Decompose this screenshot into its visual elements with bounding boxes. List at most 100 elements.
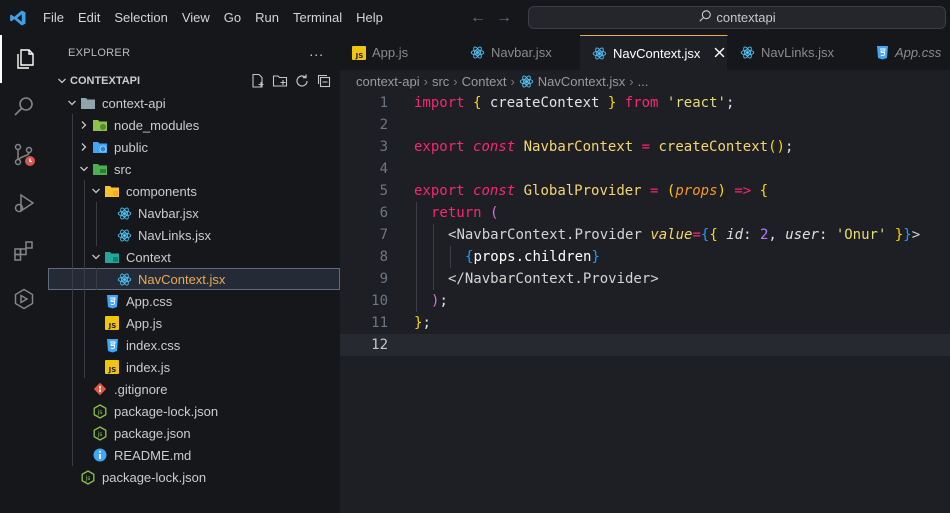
remote-explorer-icon[interactable] bbox=[0, 275, 48, 323]
editor-area: JS App.js Navbar.jsx NavContext.jsx NavLinks… bbox=[340, 35, 950, 513]
tree-item-label: index.js bbox=[126, 359, 171, 375]
run-debug-icon[interactable] bbox=[0, 179, 48, 227]
extensions-icon[interactable] bbox=[0, 227, 48, 275]
source-control-icon[interactable] bbox=[0, 131, 48, 179]
line-number: 3 bbox=[379, 139, 388, 155]
tree-file[interactable]: Navbar.jsx bbox=[48, 202, 340, 224]
breadcrumb-item[interactable]: Context bbox=[462, 74, 507, 89]
tree-file[interactable]: JS App.js bbox=[48, 312, 340, 334]
explorer-icon[interactable] bbox=[0, 35, 48, 83]
tab-navcontext-jsx[interactable]: NavContext.jsx bbox=[580, 35, 728, 70]
line-number: 8 bbox=[379, 249, 388, 265]
tab-navbar-jsx[interactable]: Navbar.jsx bbox=[458, 35, 580, 70]
breadcrumb-item[interactable]: context-api bbox=[356, 74, 420, 89]
more-actions-icon[interactable]: ... bbox=[309, 43, 324, 59]
menu-go[interactable]: Go bbox=[217, 0, 248, 35]
indent-guide bbox=[96, 224, 97, 246]
line-number: 5 bbox=[379, 183, 388, 199]
menu-selection[interactable]: Selection bbox=[107, 0, 174, 35]
css-file-icon bbox=[876, 45, 889, 60]
tree-item-label: package-lock.json bbox=[102, 469, 207, 485]
section-actions bbox=[250, 73, 332, 89]
breadcrumb-item[interactable]: ... bbox=[638, 74, 649, 89]
info-icon bbox=[92, 447, 108, 463]
indent-guide bbox=[72, 224, 73, 246]
tree-folder[interactable]: node_modules bbox=[48, 114, 340, 136]
breadcrumb-item[interactable]: NavContext.jsx bbox=[538, 74, 625, 89]
tab-navlinks-jsx[interactable]: NavLinks.jsx bbox=[728, 35, 864, 70]
tree-folder[interactable]: Context bbox=[48, 246, 340, 268]
menu-edit[interactable]: Edit bbox=[71, 0, 107, 35]
tree-folder[interactable]: public bbox=[48, 136, 340, 158]
refresh-icon[interactable] bbox=[294, 73, 310, 89]
collapse-all-icon[interactable] bbox=[316, 73, 332, 89]
menu-terminal[interactable]: Terminal bbox=[286, 0, 349, 35]
chevron-down-icon[interactable] bbox=[76, 161, 92, 177]
nodejs-icon: js bbox=[80, 469, 96, 485]
tree-file[interactable]: App.css bbox=[48, 290, 340, 312]
menu-view[interactable]: View bbox=[175, 0, 217, 35]
tree-folder[interactable]: context-api bbox=[48, 92, 340, 114]
new-file-icon[interactable] bbox=[250, 73, 266, 89]
tree-folder[interactable]: components bbox=[48, 180, 340, 202]
code-editor[interactable]: 1 import { createContext } from 'react';… bbox=[340, 92, 950, 356]
new-folder-icon[interactable] bbox=[272, 73, 288, 89]
tab-label: App.css bbox=[895, 45, 942, 60]
menu-run[interactable]: Run bbox=[248, 0, 286, 35]
chevron-down-icon[interactable] bbox=[64, 95, 80, 111]
tree-item-label: src bbox=[114, 161, 132, 177]
tab-app-css[interactable]: App.css bbox=[864, 35, 950, 70]
tree-file[interactable]: js package-lock.json bbox=[48, 400, 340, 422]
tree-file[interactable]: NavContext.jsx bbox=[48, 268, 340, 290]
tree-file[interactable]: NavLinks.jsx bbox=[48, 224, 340, 246]
tree-file[interactable]: js package-lock.json bbox=[48, 466, 340, 488]
indent-guide bbox=[72, 180, 73, 202]
activity-bar bbox=[0, 35, 48, 513]
code-text: {props.children} bbox=[465, 249, 600, 265]
tree-item-label: NavContext.jsx bbox=[138, 271, 226, 287]
react-icon bbox=[116, 227, 132, 243]
folder-open-icon bbox=[80, 95, 96, 111]
menu-file[interactable]: File bbox=[36, 0, 71, 35]
breadcrumb-separator-icon: › bbox=[423, 73, 428, 89]
chevron-right-icon[interactable] bbox=[76, 117, 92, 133]
tab-app-js[interactable]: JS App.js bbox=[340, 35, 458, 70]
indent-guide bbox=[84, 312, 85, 334]
menu-help[interactable]: Help bbox=[349, 0, 390, 35]
close-icon[interactable] bbox=[714, 45, 725, 61]
indent-guide bbox=[84, 356, 85, 378]
code-text: return ( bbox=[431, 205, 499, 221]
title-bar: File Edit Selection View Go Run Terminal… bbox=[0, 0, 950, 35]
svg-text:JS: JS bbox=[108, 366, 117, 374]
tree-item-label: NavLinks.jsx bbox=[138, 227, 211, 243]
tree-folder[interactable]: src bbox=[48, 158, 340, 180]
tab-label: NavContext.jsx bbox=[613, 45, 701, 61]
breadcrumb-item[interactable]: src bbox=[432, 74, 449, 89]
nodejs-icon: js bbox=[92, 403, 108, 419]
tree-file[interactable]: README.md bbox=[48, 444, 340, 466]
tree-file[interactable]: JS index.js bbox=[48, 356, 340, 378]
code-text: ); bbox=[431, 293, 448, 309]
search-sidebar-icon[interactable] bbox=[0, 83, 48, 131]
command-center-search[interactable]: contextapi bbox=[528, 6, 946, 29]
indent-guide bbox=[416, 224, 417, 246]
workspace-name: CONTEXTAPI bbox=[70, 75, 141, 87]
tree-file[interactable]: index.css bbox=[48, 334, 340, 356]
css-file-icon bbox=[104, 337, 120, 353]
tree-file[interactable]: js package.json bbox=[48, 422, 340, 444]
back-arrow-icon[interactable]: ← bbox=[470, 9, 486, 27]
code-line: 6 return ( bbox=[340, 202, 950, 224]
forward-arrow-icon[interactable]: → bbox=[496, 9, 512, 27]
svg-text:JS: JS bbox=[355, 52, 364, 60]
indent-guide bbox=[72, 114, 73, 136]
workspace-section-header[interactable]: CONTEXTAPI bbox=[48, 70, 340, 92]
chevron-down-icon[interactable] bbox=[88, 183, 104, 199]
tree-file[interactable]: .gitignore bbox=[48, 378, 340, 400]
chevron-right-icon[interactable] bbox=[76, 139, 92, 155]
indent-guide bbox=[416, 246, 417, 268]
indent-guide bbox=[72, 378, 73, 400]
line-number: 12 bbox=[371, 337, 388, 353]
chevron-down-icon[interactable] bbox=[88, 249, 104, 265]
